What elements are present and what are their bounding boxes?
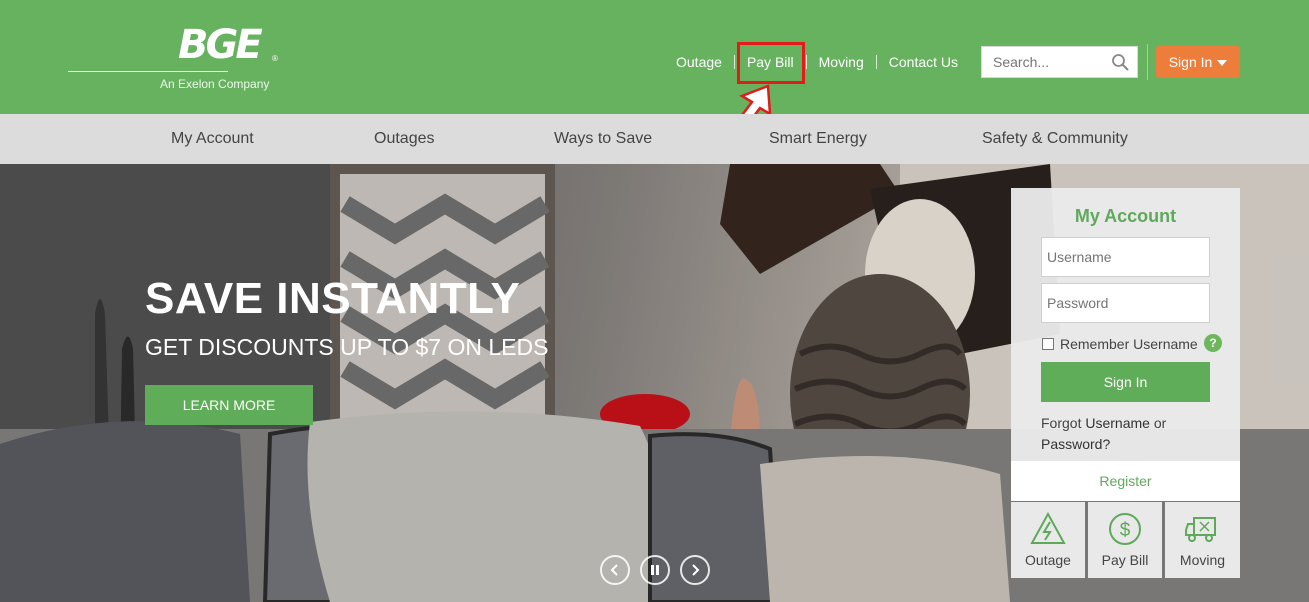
quick-link-label: Outage (1025, 552, 1071, 568)
dollar-icon: $ (1109, 513, 1141, 545)
search-input[interactable] (982, 47, 1107, 77)
help-icon[interactable]: ? (1204, 334, 1222, 352)
login-panel: My Account Remember Username ? Sign In F… (1011, 188, 1240, 461)
bge-logo[interactable]: BGE ® An Exelon Company (68, 22, 288, 94)
quick-link-moving[interactable]: Moving (1165, 502, 1240, 578)
next-arrow-icon[interactable] (680, 555, 710, 585)
hero-title: SAVE INSTANTLY (145, 274, 521, 323)
logo-tagline: An Exelon Company (160, 77, 270, 91)
remember-label: Remember Username (1060, 336, 1198, 352)
pause-icon[interactable] (640, 555, 670, 585)
forgot-or: or (1153, 415, 1167, 431)
main-nav: My Account Outages Ways to Save Smart En… (0, 114, 1309, 164)
search-icon[interactable] (1111, 53, 1129, 71)
quick-link-pay-bill[interactable]: $ Pay Bill (1088, 502, 1162, 578)
truck-icon (1184, 517, 1216, 542)
password-field (1041, 283, 1210, 323)
forgot-prefix: Forgot (1041, 415, 1082, 431)
sign-in-label: Sign In (1168, 54, 1213, 70)
quick-link-label: Moving (1179, 552, 1226, 568)
remember-username: Remember Username (1042, 336, 1198, 352)
highlight-box (737, 42, 805, 84)
nav-my-account[interactable]: My Account (171, 130, 254, 148)
logo-wordmark: BGE (178, 22, 263, 68)
util-link-contact-us[interactable]: Contact Us (889, 54, 958, 70)
nav-safety-community[interactable]: Safety & Community (982, 130, 1128, 148)
hero-subtitle: GET DISCOUNTS UP TO $7 ON LEDS (145, 334, 549, 360)
quick-link-outage[interactable]: Outage (1011, 502, 1085, 578)
svg-text:$: $ (1120, 520, 1131, 541)
util-separator (875, 55, 877, 69)
util-link-outage[interactable]: Outage (676, 54, 722, 70)
logo-line (68, 71, 228, 72)
nav-smart-energy[interactable]: Smart Energy (769, 130, 867, 148)
login-title: My Account (1074, 206, 1177, 226)
username-field (1041, 237, 1210, 277)
header-divider (1147, 44, 1148, 80)
prev-arrow-icon[interactable] (600, 555, 630, 585)
top-header: BGE ® An Exelon Company Outage Pay Bill … (0, 0, 1309, 114)
util-link-moving[interactable]: Moving (819, 54, 864, 70)
outage-warning-icon (1030, 512, 1066, 544)
register-button[interactable]: Register (1011, 461, 1240, 501)
forgot-username-link[interactable]: Username (1085, 415, 1150, 431)
username-input[interactable] (1042, 238, 1209, 276)
utility-nav: Outage Pay Bill Moving Contact Us (676, 53, 958, 71)
caret-down-icon (1217, 60, 1228, 66)
search-box (981, 46, 1138, 78)
util-separator (733, 55, 735, 69)
remember-checkbox[interactable] (1042, 338, 1054, 350)
nav-ways-to-save[interactable]: Ways to Save (554, 130, 652, 148)
forgot-password-link[interactable]: Password? (1041, 436, 1110, 452)
registered-mark: ® (272, 54, 278, 63)
learn-more-button[interactable]: LEARN MORE (145, 385, 313, 425)
util-separator (805, 55, 807, 69)
forgot-credentials: Forgot Username or Password? (1041, 413, 1221, 455)
password-input[interactable] (1042, 284, 1209, 322)
sign-in-dropdown-button[interactable]: Sign In (1156, 46, 1240, 78)
sign-in-button[interactable]: Sign In (1041, 362, 1210, 402)
quick-link-label: Pay Bill (1101, 552, 1149, 568)
nav-outages[interactable]: Outages (374, 130, 434, 148)
